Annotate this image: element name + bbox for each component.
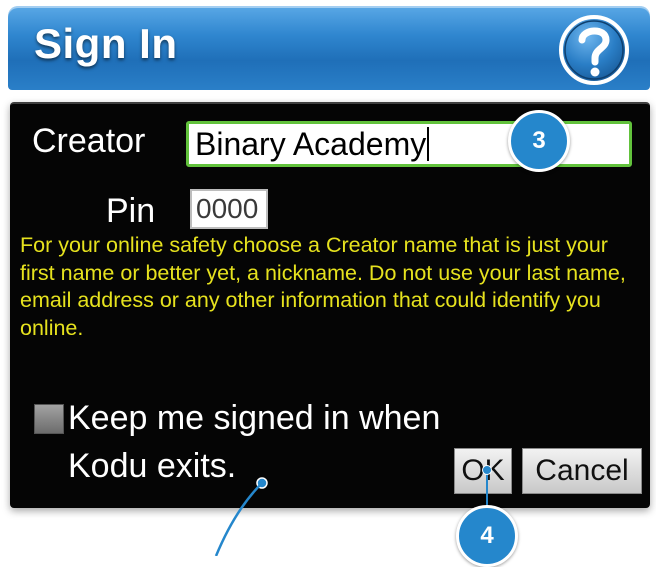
dialog-title: Sign In	[34, 20, 178, 67]
keep-signed-in-checkbox[interactable]	[34, 404, 64, 434]
help-button[interactable]	[556, 12, 632, 88]
cancel-button[interactable]: Cancel	[522, 448, 642, 494]
keep-signed-in-label[interactable]: Keep me signed in when Kodu exits.	[68, 394, 508, 490]
sign-in-dialog: Sign In Creator Binary Academy Pin 0000 …	[0, 0, 656, 567]
pin-input[interactable]: 0000	[190, 189, 268, 229]
pin-input-value: 0000	[196, 193, 259, 224]
text-caret	[427, 127, 430, 161]
pin-label: Pin	[106, 192, 156, 230]
step-4-callout: 4	[456, 505, 518, 567]
safety-notice: For your online safety choose a Creator …	[20, 233, 626, 340]
question-mark-icon	[559, 15, 629, 85]
dialog-title-bar: Sign In	[8, 6, 650, 90]
creator-label: Creator	[32, 122, 146, 160]
callout-4-pointer	[482, 465, 492, 508]
creator-input-value: Binary Academy	[195, 126, 427, 162]
step-3-callout: 3	[508, 110, 570, 172]
callout-3-pointer	[460, 140, 510, 148]
